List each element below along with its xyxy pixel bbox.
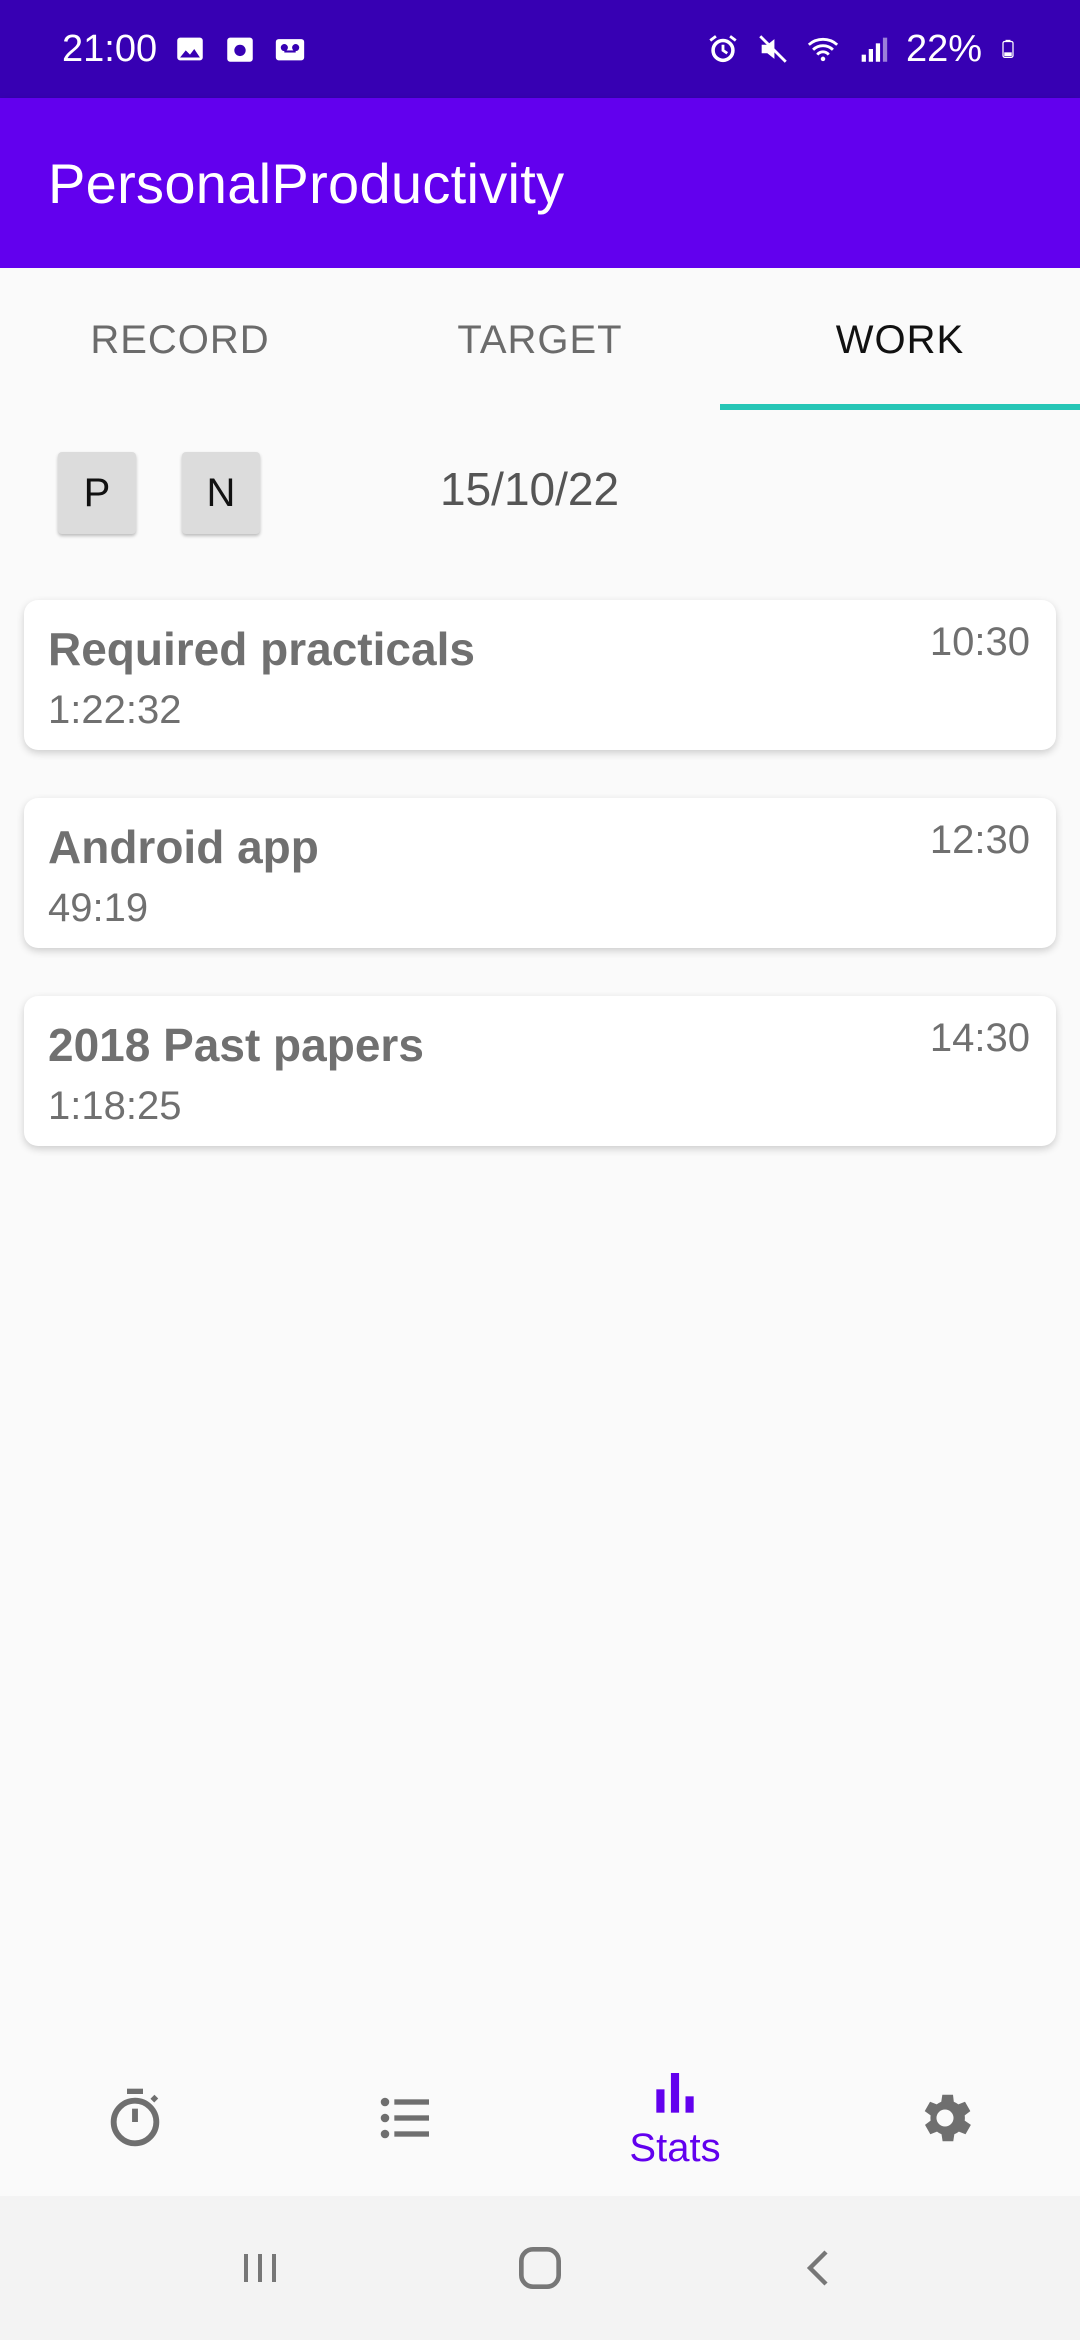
tab-target[interactable]: TARGET [360, 268, 720, 412]
recent-apps-button[interactable] [220, 2228, 300, 2308]
status-time: 21:00 [62, 27, 158, 70]
screen: 21:00 22% PersonalProductivity RECORD TA… [0, 0, 1080, 2340]
alarm-icon [709, 35, 737, 63]
work-item-time: 12:30 [929, 818, 1030, 862]
back-icon [806, 2250, 828, 2286]
bottom-nav-settings[interactable] [810, 2040, 1080, 2196]
next-button[interactable]: N [182, 452, 260, 534]
app-bar: PersonalProductivity [0, 98, 1080, 268]
work-item-duration: 1:22:32 [48, 688, 182, 732]
wifi-icon [807, 37, 839, 62]
work-item-title: 2018 Past papers [48, 1019, 424, 1071]
current-date: 15/10/22 [440, 463, 620, 515]
bottom-nav-list[interactable] [270, 2040, 540, 2196]
calendar-icon [227, 37, 253, 62]
tab-bar: RECORD TARGET WORK [0, 268, 1080, 412]
image-icon [177, 37, 203, 61]
signal-icon [861, 37, 888, 62]
bottom-nav-stats[interactable]: Stats [540, 2040, 810, 2196]
work-list: Required practicals 1:22:32 10:30 Androi… [24, 600, 1056, 1194]
app-title: PersonalProductivity [48, 151, 565, 215]
work-item-time: 14:30 [929, 1016, 1030, 1060]
work-item-duration: 49:19 [48, 886, 149, 930]
timer-icon [110, 2088, 160, 2147]
voicemail-icon [275, 39, 305, 61]
battery-percent: 22% [905, 27, 982, 70]
work-item-card[interactable]: 2018 Past papers 1:18:25 14:30 [24, 996, 1056, 1146]
tab-record[interactable]: RECORD [0, 268, 360, 412]
bottom-nav-timer[interactable] [0, 2040, 270, 2196]
previous-button[interactable]: P [58, 452, 136, 534]
tab-work[interactable]: WORK [720, 268, 1080, 412]
work-item-title: Required practicals [48, 623, 475, 675]
status-right: 22% [706, 28, 1018, 71]
gear-icon [924, 2094, 971, 2142]
status-left: 21:00 [62, 28, 307, 71]
back-button[interactable] [780, 2228, 860, 2308]
work-item-card[interactable]: Android app 49:19 12:30 [24, 798, 1056, 948]
bottom-navigation: Stats [0, 2040, 1080, 2196]
mute-icon [759, 35, 787, 63]
date-navigation: P N 15/10/22 [0, 412, 1080, 577]
work-item-duration: 1:18:25 [48, 1084, 182, 1128]
bottom-nav-stats-label: Stats [629, 2125, 721, 2170]
recent-apps-icon [244, 2254, 276, 2282]
work-item-time: 10:30 [929, 620, 1030, 664]
battery-icon [1002, 39, 1014, 58]
bar-chart-icon [656, 2072, 694, 2113]
system-navigation-bar [0, 2196, 1080, 2340]
work-item-title: Android app [48, 821, 319, 873]
list-icon [380, 2097, 429, 2139]
home-icon [519, 2247, 561, 2289]
home-button[interactable] [500, 2228, 580, 2308]
work-item-card[interactable]: Required practicals 1:22:32 10:30 [24, 600, 1056, 750]
status-bar: 21:00 22% [0, 0, 1080, 98]
